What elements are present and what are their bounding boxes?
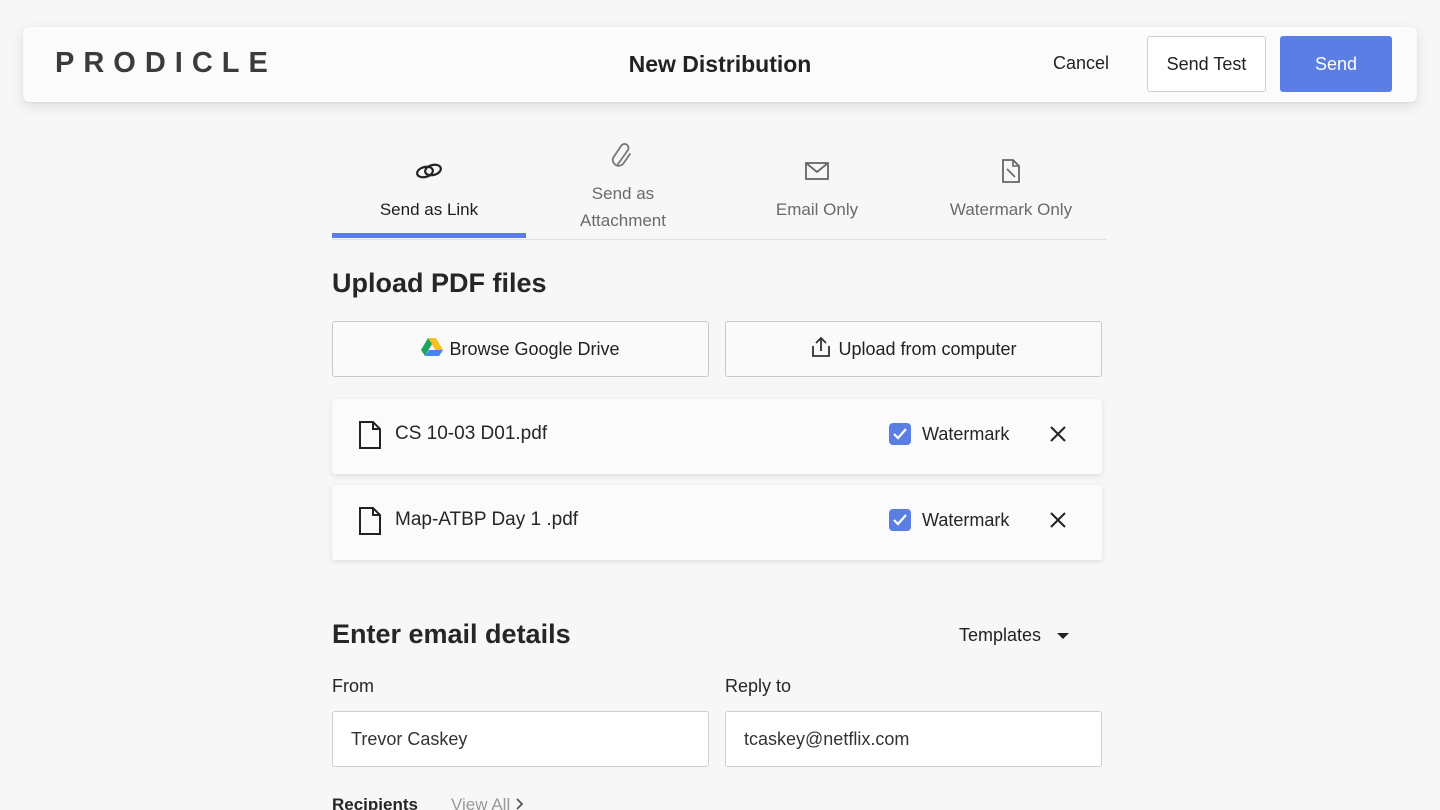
top-bar: PRODICLE New Distribution Cancel Send Te…	[23, 27, 1417, 102]
file-row: CS 10-03 D01.pdf Watermark	[332, 399, 1102, 474]
tab-watermark-only[interactable]: Watermark Only	[914, 140, 1108, 240]
link-icon	[415, 156, 443, 186]
file-name: Map-ATBP Day 1 .pdf	[395, 509, 579, 530]
view-all-label: View All	[451, 795, 511, 810]
templates-label: Templates	[959, 625, 1042, 645]
envelope-icon	[804, 156, 830, 186]
reply-to-field[interactable]	[725, 711, 1102, 767]
from-label: From	[332, 676, 374, 696]
upload-icon	[810, 336, 832, 363]
active-tab-indicator	[332, 233, 526, 238]
file-icon	[358, 420, 382, 455]
watermark-checkbox[interactable]	[889, 509, 911, 531]
watermark-file-icon	[1000, 156, 1022, 186]
google-drive-label: Browse Google Drive	[449, 338, 620, 359]
tab-label: Email Only	[775, 200, 859, 219]
caret-down-icon	[1057, 632, 1070, 639]
google-drive-icon	[421, 337, 444, 362]
send-button[interactable]: Send	[1280, 36, 1392, 92]
file-icon	[358, 506, 382, 541]
paperclip-icon	[610, 142, 636, 172]
close-icon[interactable]	[1048, 510, 1068, 535]
tab-send-as-link[interactable]: Send as Link	[332, 140, 526, 240]
page: PRODICLE New Distribution Cancel Send Te…	[0, 0, 1440, 810]
distribution-type-tabs: Send as Link Send as Attachment Email On…	[332, 140, 1106, 240]
tab-send-as-attachment[interactable]: Send as Attachment	[526, 140, 720, 240]
view-all-link[interactable]: View All	[451, 795, 524, 810]
email-details-heading: Enter email details	[332, 619, 571, 649]
send-test-button[interactable]: Send Test	[1147, 36, 1266, 92]
recipients-label: Recipients	[332, 795, 418, 810]
reply-to-label: Reply to	[725, 676, 792, 696]
upload-heading: Upload PDF files	[332, 268, 547, 298]
watermark-label: Watermark	[922, 510, 1010, 530]
templates-dropdown[interactable]: Templates	[959, 625, 1070, 646]
upload-from-computer-label: Upload from computer	[838, 338, 1017, 359]
upload-from-computer-button[interactable]: Upload from computer	[725, 321, 1102, 377]
tab-label-line1: Send as	[591, 184, 655, 203]
watermark-checkbox[interactable]	[889, 423, 911, 445]
tab-label-line2: Attachment	[580, 211, 666, 230]
cancel-button[interactable]: Cancel	[1031, 53, 1131, 77]
chevron-right-icon	[516, 795, 524, 810]
file-name: CS 10-03 D01.pdf	[395, 423, 548, 444]
close-icon[interactable]	[1048, 424, 1068, 449]
browse-google-drive-button[interactable]: Browse Google Drive	[332, 321, 709, 377]
tab-email-only[interactable]: Email Only	[720, 140, 914, 240]
tab-label: Send as Link	[379, 200, 479, 219]
tab-label: Watermark Only	[949, 200, 1073, 219]
file-row: Map-ATBP Day 1 .pdf Watermark	[332, 485, 1102, 560]
from-field[interactable]	[332, 711, 709, 767]
watermark-label: Watermark	[922, 424, 1010, 444]
